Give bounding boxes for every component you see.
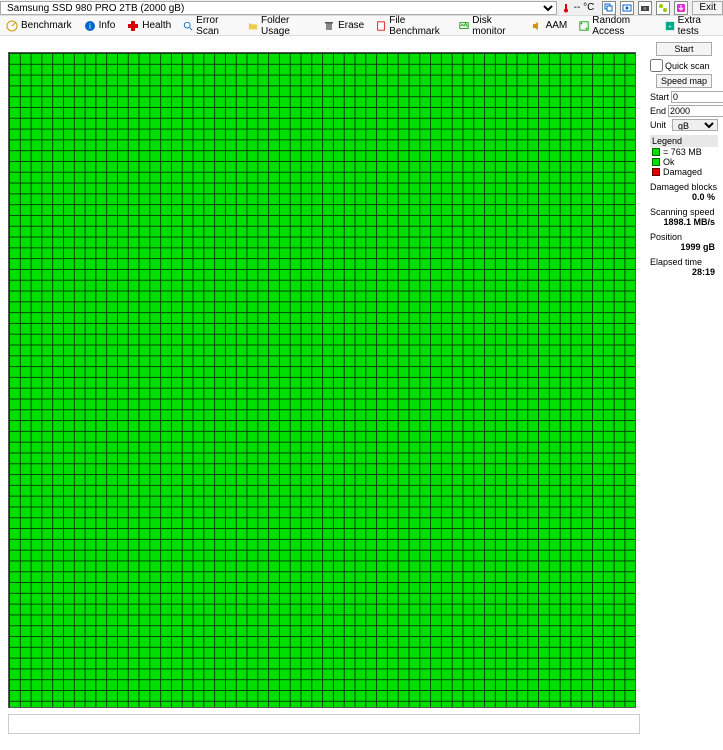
svg-text:i: i bbox=[89, 22, 91, 31]
speed-strip bbox=[8, 714, 640, 734]
start-label: Start bbox=[650, 92, 669, 102]
tb-benchmark[interactable]: Benchmark bbox=[4, 19, 74, 33]
drive-select[interactable]: Samsung SSD 980 PRO 2TB (2000 gB) bbox=[0, 1, 557, 15]
block-square-icon bbox=[652, 148, 660, 156]
tb-folder-usage[interactable]: Folder Usage bbox=[246, 14, 313, 38]
copy-icon[interactable] bbox=[602, 1, 616, 15]
legend-block-size: = 763 MB bbox=[650, 147, 718, 157]
legend-title: Legend bbox=[650, 135, 718, 147]
tb-erase[interactable]: Erase bbox=[321, 19, 366, 33]
end-label: End bbox=[650, 106, 666, 116]
damaged-blocks-label: Damaged blocks bbox=[650, 182, 718, 192]
download-icon[interactable] bbox=[674, 1, 688, 15]
tb-extra-tests[interactable]: + Extra tests bbox=[663, 14, 719, 38]
elapsed-time-value: 28:19 bbox=[650, 267, 718, 277]
start-input[interactable] bbox=[671, 91, 723, 103]
end-input[interactable] bbox=[668, 105, 723, 117]
tb-health[interactable]: Health bbox=[125, 19, 173, 33]
thermometer-icon bbox=[561, 3, 571, 13]
temp-value: -- °C bbox=[574, 2, 595, 13]
extra-icon: + bbox=[665, 20, 675, 32]
screenshot-icon[interactable] bbox=[620, 1, 634, 15]
legend-ok: Ok bbox=[650, 157, 718, 167]
tb-random-access[interactable]: Random Access bbox=[577, 14, 654, 38]
health-icon bbox=[127, 20, 139, 32]
info-icon: i bbox=[84, 20, 96, 32]
temperature: -- °C bbox=[557, 2, 599, 13]
exit-button[interactable]: Exit bbox=[692, 1, 723, 15]
gauge-icon bbox=[6, 20, 18, 32]
tb-disk-monitor[interactable]: Disk monitor bbox=[457, 14, 520, 38]
tb-info[interactable]: i Info bbox=[82, 19, 118, 33]
random-icon bbox=[579, 20, 589, 32]
unit-select[interactable]: gB bbox=[672, 119, 718, 131]
speed-map-button[interactable]: Speed map bbox=[656, 74, 712, 88]
toolbar: Benchmark i Info Health Error Scan Folde… bbox=[0, 16, 723, 36]
start-button[interactable]: Start bbox=[656, 42, 712, 56]
erase-icon bbox=[323, 20, 335, 32]
camera-icon[interactable] bbox=[638, 1, 652, 15]
tb-file-benchmark[interactable]: File Benchmark bbox=[374, 14, 449, 38]
tb-aam[interactable]: AAM bbox=[529, 19, 570, 33]
scanning-speed-label: Scanning speed bbox=[650, 207, 718, 217]
tb-error-scan[interactable]: Error Scan bbox=[181, 14, 238, 38]
elapsed-time-label: Elapsed time bbox=[650, 257, 718, 267]
monitor-icon bbox=[459, 20, 469, 32]
side-panel: Start Quick scan Speed map Start End Uni… bbox=[648, 36, 720, 750]
scan-icon bbox=[183, 20, 193, 32]
damaged-blocks-value: 0.0 % bbox=[650, 192, 718, 202]
scanning-speed-value: 1898.1 MB/s bbox=[650, 217, 718, 227]
scan-grid bbox=[8, 52, 636, 708]
speaker-icon bbox=[531, 20, 543, 32]
legend-damaged: Damaged bbox=[650, 167, 718, 177]
unit-label: Unit bbox=[650, 120, 670, 130]
file-icon bbox=[376, 20, 386, 32]
damaged-square-icon bbox=[652, 168, 660, 176]
settings-icon[interactable] bbox=[656, 1, 670, 15]
ok-square-icon bbox=[652, 158, 660, 166]
position-value: 1999 gB bbox=[650, 242, 718, 252]
quick-scan-label: Quick scan bbox=[665, 61, 710, 71]
folder-icon bbox=[248, 20, 258, 32]
svg-text:+: + bbox=[668, 24, 672, 30]
quick-scan-checkbox[interactable] bbox=[650, 59, 663, 72]
position-label: Position bbox=[650, 232, 718, 242]
